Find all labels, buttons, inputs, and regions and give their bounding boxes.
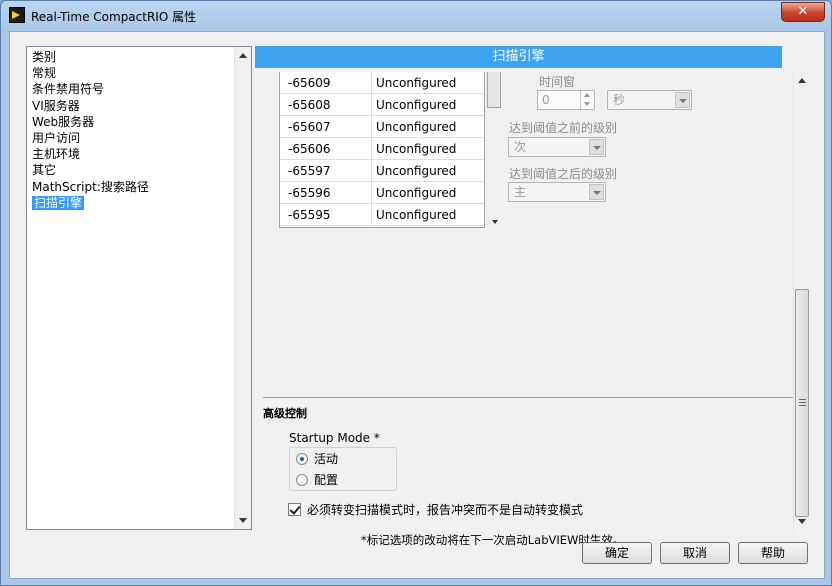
category-item-label: VI服务器 bbox=[32, 98, 80, 113]
table-cell-code: -65597 bbox=[280, 160, 372, 182]
table-cell-code: -65606 bbox=[280, 138, 372, 160]
table-cell-code: -65596 bbox=[280, 182, 372, 204]
category-item-label: 主机环境 bbox=[32, 147, 81, 162]
scroll-down-icon[interactable] bbox=[492, 220, 498, 224]
chevron-down-icon[interactable] bbox=[589, 184, 604, 200]
scan-engine-panel: -65609 Unconfigured -65608 Unconfigured -6… bbox=[255, 72, 810, 547]
table-row[interactable]: -65607 Unconfigured bbox=[280, 116, 484, 138]
time-window-spinner[interactable]: 0 bbox=[537, 90, 595, 110]
time-window-label: 时间窗 bbox=[539, 75, 576, 89]
panel-title: 扫描引擎 bbox=[255, 46, 782, 68]
time-unit-dropdown[interactable]: 秒 bbox=[607, 90, 692, 110]
table-cell-code: -65607 bbox=[280, 116, 372, 138]
table-cell-status: Unconfigured bbox=[376, 186, 457, 200]
category-items: 类别 常规 条件禁用符号 VI服务器 Web服务器 用户访问 主机环境 其它 M… bbox=[30, 49, 234, 211]
ok-button[interactable]: 确定 bbox=[582, 542, 652, 564]
properties-window: Real-Time CompactRIO 属性 ✕ 类别 常规 条件禁用符号 V… bbox=[0, 0, 832, 586]
category-item-label: 其它 bbox=[32, 163, 57, 178]
after-threshold-value: 主 bbox=[514, 185, 527, 199]
after-threshold-dropdown[interactable]: 主 bbox=[508, 182, 606, 202]
table-cell-status: Unconfigured bbox=[376, 98, 457, 112]
advanced-control-title: 高级控制 bbox=[263, 407, 307, 420]
before-threshold-dropdown[interactable]: 次 bbox=[508, 137, 606, 157]
fault-code-table[interactable]: -65609 Unconfigured -65608 Unconfigured -6… bbox=[279, 72, 485, 228]
category-list-scrollbar[interactable] bbox=[234, 47, 251, 529]
category-item-general[interactable]: 常规 bbox=[30, 65, 234, 81]
table-cell-status: Unconfigured bbox=[376, 142, 457, 156]
chevron-down-icon[interactable] bbox=[675, 92, 690, 108]
help-button[interactable]: 帮助 bbox=[738, 542, 808, 564]
cancel-button[interactable]: 取消 bbox=[660, 542, 730, 564]
category-item-label: Web服务器 bbox=[32, 114, 95, 129]
scroll-down-icon[interactable] bbox=[239, 518, 247, 523]
radio-unselected-icon[interactable] bbox=[296, 474, 308, 486]
dialog-client-area: 类别 常规 条件禁用符号 VI服务器 Web服务器 用户访问 主机环境 其它 M… bbox=[9, 31, 825, 579]
radio-label: 活动 bbox=[314, 452, 339, 466]
checkbox-checked-icon[interactable] bbox=[288, 503, 301, 516]
table-scrollbar[interactable] bbox=[487, 72, 501, 228]
category-header-label: 类别 bbox=[32, 50, 57, 64]
startup-mode-group: 活动 配置 bbox=[289, 447, 397, 491]
category-item-host-environment[interactable]: 主机环境 bbox=[30, 146, 234, 162]
table-row[interactable]: -65597 Unconfigured bbox=[280, 160, 484, 182]
category-item-label: 常规 bbox=[32, 66, 57, 81]
time-unit-value: 秒 bbox=[613, 93, 626, 107]
startup-mode-label: Startup Mode * bbox=[289, 431, 380, 445]
table-row[interactable]: -65595 Unconfigured bbox=[280, 204, 484, 226]
scroll-down-icon[interactable] bbox=[798, 519, 806, 524]
before-threshold-value: 次 bbox=[514, 140, 527, 154]
category-item-other[interactable]: 其它 bbox=[30, 162, 234, 178]
table-row[interactable]: -65609 Unconfigured bbox=[280, 72, 484, 94]
checkbox-label: 必须转变扫描模式时，报告冲突而不是自动转变模式 bbox=[307, 503, 584, 517]
close-button[interactable]: ✕ bbox=[781, 2, 825, 22]
table-cell-status: Unconfigured bbox=[376, 76, 457, 90]
panel-scrollbar[interactable] bbox=[793, 72, 810, 530]
category-item-scan-engine[interactable]: 扫描引擎 bbox=[30, 195, 234, 211]
table-cell-code: -65608 bbox=[280, 94, 372, 116]
grip-icon bbox=[799, 399, 806, 406]
category-item-label: 扫描引擎 bbox=[32, 195, 85, 210]
radio-label: 配置 bbox=[314, 473, 339, 487]
category-list[interactable]: 类别 常规 条件禁用符号 VI服务器 Web服务器 用户访问 主机环境 其它 M… bbox=[26, 46, 252, 530]
category-item-conditional-disable-symbols[interactable]: 条件禁用符号 bbox=[30, 81, 234, 97]
radio-selected-icon[interactable] bbox=[296, 453, 308, 465]
category-item-label: MathScript:搜索路径 bbox=[32, 179, 149, 194]
category-item-label: 用户访问 bbox=[32, 130, 81, 145]
table-row[interactable]: -65608 Unconfigured bbox=[280, 94, 484, 116]
panel-scroll-thumb[interactable] bbox=[795, 289, 809, 517]
category-item-mathscript-search-path[interactable]: MathScript:搜索路径 bbox=[30, 179, 234, 195]
table-cell-status: Unconfigured bbox=[376, 208, 457, 222]
scroll-up-icon[interactable] bbox=[798, 78, 806, 83]
section-divider bbox=[263, 397, 793, 398]
table-cell-status: Unconfigured bbox=[376, 120, 457, 134]
spinner-arrows-icon[interactable] bbox=[580, 91, 594, 109]
window-title: Real-Time CompactRIO 属性 bbox=[31, 10, 197, 24]
table-row[interactable]: -65606 Unconfigured bbox=[280, 138, 484, 160]
category-list-header: 类别 bbox=[30, 49, 234, 65]
chevron-down-icon[interactable] bbox=[589, 139, 604, 155]
table-cell-code: -65609 bbox=[280, 72, 372, 94]
time-window-value: 0 bbox=[542, 93, 550, 107]
after-threshold-label: 达到阈值之后的级别 bbox=[509, 167, 618, 181]
category-item-vi-server[interactable]: VI服务器 bbox=[30, 98, 234, 114]
scroll-up-icon[interactable] bbox=[239, 53, 247, 58]
title-bar[interactable]: Real-Time CompactRIO 属性 ✕ bbox=[1, 1, 831, 29]
table-cell-status: Unconfigured bbox=[376, 164, 457, 178]
category-item-label: 条件禁用符号 bbox=[32, 82, 105, 97]
category-item-user-access[interactable]: 用户访问 bbox=[30, 130, 234, 146]
before-threshold-label: 达到阈值之前的级别 bbox=[509, 121, 618, 135]
table-scroll-thumb[interactable] bbox=[487, 72, 501, 108]
category-item-web-server[interactable]: Web服务器 bbox=[30, 114, 234, 130]
labview-app-icon bbox=[9, 7, 25, 23]
table-row[interactable]: -65596 Unconfigured bbox=[280, 182, 484, 204]
table-cell-code: -65595 bbox=[280, 204, 372, 226]
